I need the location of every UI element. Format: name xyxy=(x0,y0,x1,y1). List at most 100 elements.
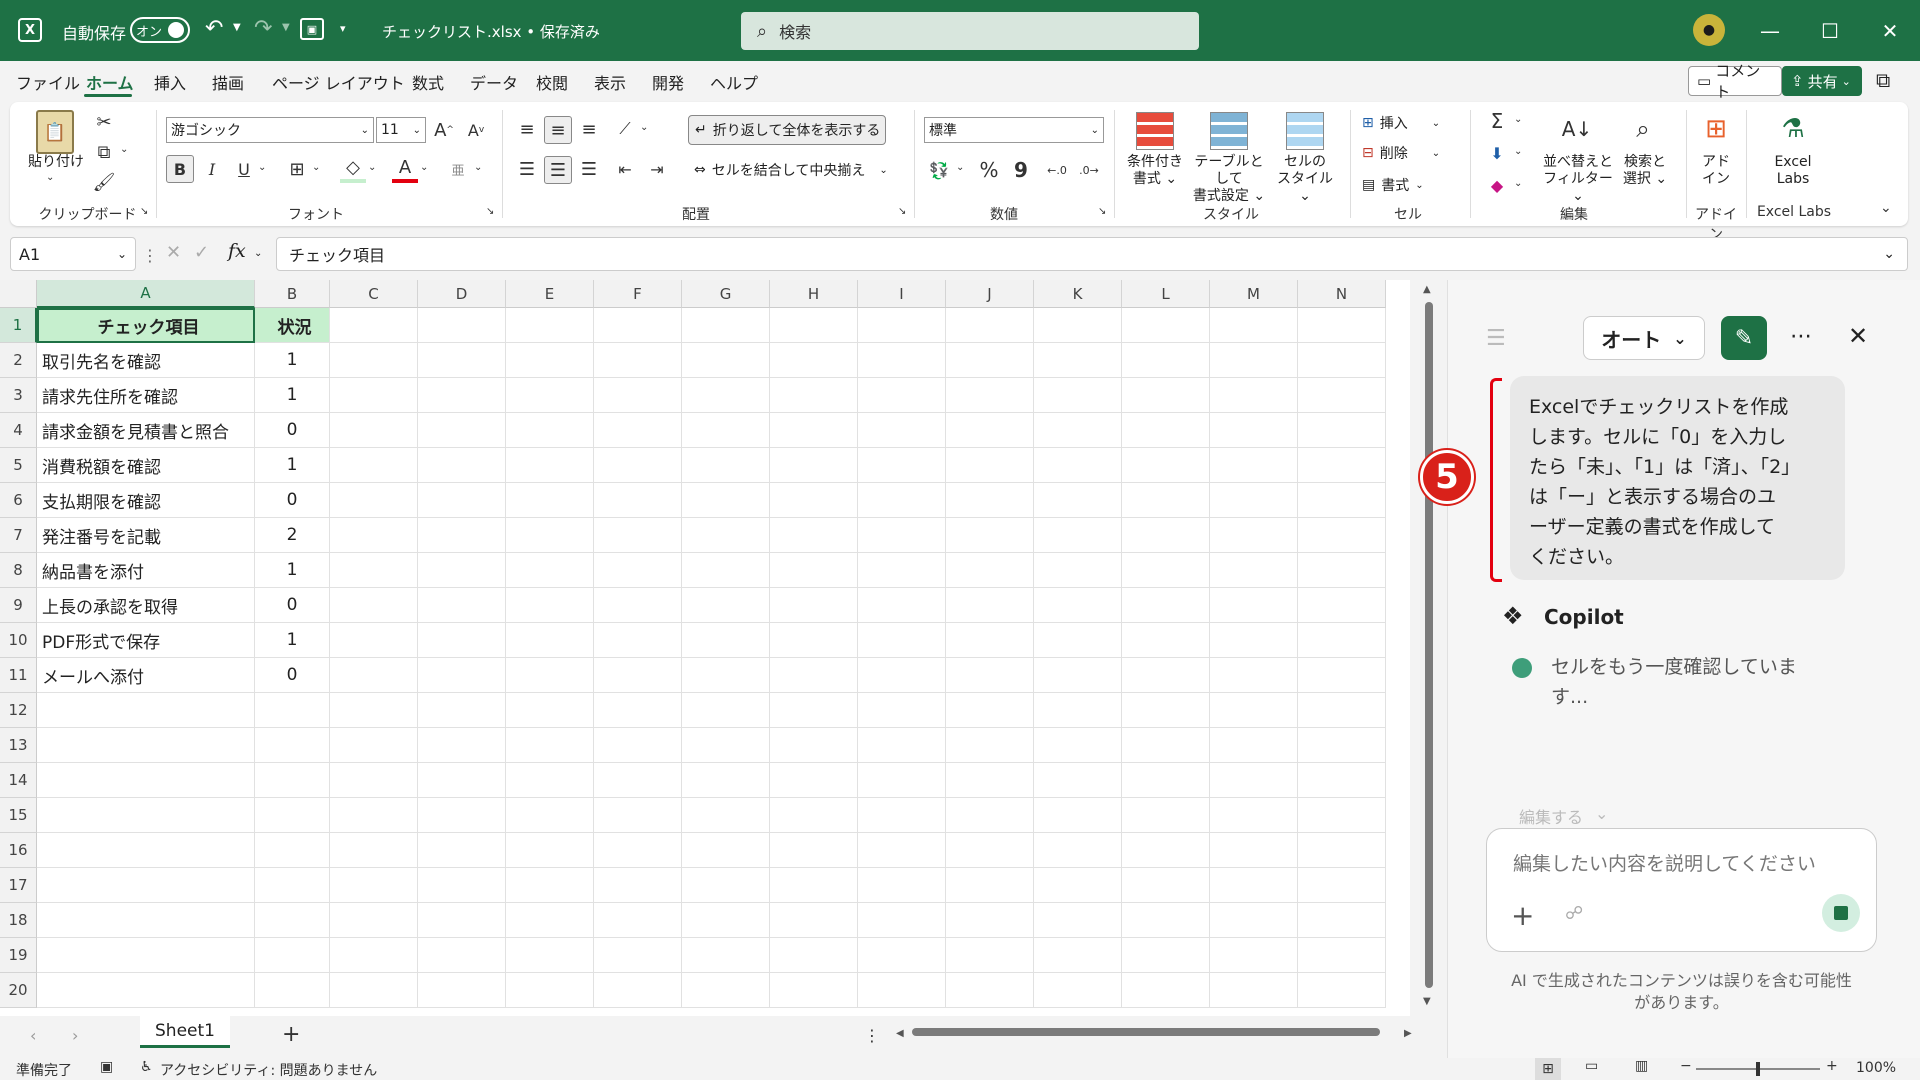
cell-e14[interactable] xyxy=(506,763,594,798)
cell-g9[interactable] xyxy=(682,588,770,623)
cell-styles-label[interactable]: セルの スタイル ⌄ xyxy=(1270,154,1340,205)
tab-home[interactable]: ホーム xyxy=(86,70,134,94)
column-header-c[interactable]: C xyxy=(330,280,418,308)
format-as-table-label[interactable]: テーブルとして 書式設定 ⌄ xyxy=(1188,154,1270,205)
cut-icon[interactable]: ✂ xyxy=(92,110,116,134)
formula-input[interactable]: チェック項目 ⌄ xyxy=(276,237,1908,271)
cell-h14[interactable] xyxy=(770,763,858,798)
cell-d14[interactable] xyxy=(418,763,506,798)
zoom-level[interactable]: 100% xyxy=(1856,1060,1896,1076)
cell-a11[interactable]: メールへ添付 xyxy=(37,658,255,693)
cell-a14[interactable] xyxy=(37,763,255,798)
row-header-5[interactable]: 5 xyxy=(0,448,37,483)
fill-chevron-icon[interactable]: ⌄ xyxy=(1514,146,1522,157)
cell-g11[interactable] xyxy=(682,658,770,693)
cell-h16[interactable] xyxy=(770,833,858,868)
cell-n13[interactable] xyxy=(1298,728,1386,763)
cell-d9[interactable] xyxy=(418,588,506,623)
cell-h18[interactable] xyxy=(770,903,858,938)
clipboard-launcher-icon[interactable]: ↘ xyxy=(140,206,148,217)
cell-h4[interactable] xyxy=(770,413,858,448)
cell-m5[interactable] xyxy=(1210,448,1298,483)
cell-d17[interactable] xyxy=(418,868,506,903)
cell-c6[interactable] xyxy=(330,483,418,518)
column-header-j[interactable]: J xyxy=(946,280,1034,308)
column-header-n[interactable]: N xyxy=(1298,280,1386,308)
paste-chevron-icon[interactable]: ⌄ xyxy=(46,172,54,183)
cell-m19[interactable] xyxy=(1210,938,1298,973)
cell-d3[interactable] xyxy=(418,378,506,413)
row-header-6[interactable]: 6 xyxy=(0,483,37,518)
cell-j11[interactable] xyxy=(946,658,1034,693)
cell-f3[interactable] xyxy=(594,378,682,413)
cell-n19[interactable] xyxy=(1298,938,1386,973)
cell-d11[interactable] xyxy=(418,658,506,693)
tab-review[interactable]: 校閲 xyxy=(536,70,568,94)
cell-d8[interactable] xyxy=(418,553,506,588)
cell-d15[interactable] xyxy=(418,798,506,833)
cell-g7[interactable] xyxy=(682,518,770,553)
cell-a6[interactable]: 支払期限を確認 xyxy=(37,483,255,518)
cell-a15[interactable] xyxy=(37,798,255,833)
cell-j8[interactable] xyxy=(946,553,1034,588)
cell-m20[interactable] xyxy=(1210,973,1298,1008)
cell-m6[interactable] xyxy=(1210,483,1298,518)
tab-formulas[interactable]: 数式 xyxy=(412,70,444,94)
cell-m18[interactable] xyxy=(1210,903,1298,938)
borders-icon[interactable]: ⊞ xyxy=(284,155,310,183)
cell-l7[interactable] xyxy=(1122,518,1210,553)
cell-g14[interactable] xyxy=(682,763,770,798)
cell-c4[interactable] xyxy=(330,413,418,448)
cell-d7[interactable] xyxy=(418,518,506,553)
cell-f8[interactable] xyxy=(594,553,682,588)
cell-l20[interactable] xyxy=(1122,973,1210,1008)
ribbon-collapse-icon[interactable]: ⌄ xyxy=(1880,200,1892,216)
link-icon[interactable]: ☍ xyxy=(1565,903,1583,924)
cell-b16[interactable] xyxy=(255,833,330,868)
cell-a3[interactable]: 請求先住所を確認 xyxy=(37,378,255,413)
cell-k3[interactable] xyxy=(1034,378,1122,413)
cell-k6[interactable] xyxy=(1034,483,1122,518)
alignment-launcher-icon[interactable]: ↘ xyxy=(898,206,906,217)
cell-h11[interactable] xyxy=(770,658,858,693)
cell-g15[interactable] xyxy=(682,798,770,833)
cell-b10[interactable]: 1 xyxy=(255,623,330,658)
new-chat-icon[interactable]: ✎ xyxy=(1721,316,1767,360)
close-window-icon[interactable]: ✕ xyxy=(1860,0,1920,61)
cell-b19[interactable] xyxy=(255,938,330,973)
stop-button[interactable] xyxy=(1822,894,1860,932)
format-as-table-icon[interactable] xyxy=(1210,112,1248,150)
cell-h1[interactable] xyxy=(770,308,858,343)
phonetic-icon[interactable]: 亜 xyxy=(446,155,470,183)
row-header-20[interactable]: 20 xyxy=(0,973,37,1008)
cell-l8[interactable] xyxy=(1122,553,1210,588)
cell-h19[interactable] xyxy=(770,938,858,973)
cell-b17[interactable] xyxy=(255,868,330,903)
cell-e6[interactable] xyxy=(506,483,594,518)
cell-n4[interactable] xyxy=(1298,413,1386,448)
horizontal-scroll-thumb[interactable] xyxy=(912,1028,1380,1036)
fill-color-icon[interactable]: ◇ xyxy=(340,155,366,183)
wrap-text-button[interactable]: ↵ 折り返して全体を表示する xyxy=(688,115,886,145)
cell-f5[interactable] xyxy=(594,448,682,483)
format-cells-button[interactable]: ▤ 書式 ⌄ xyxy=(1362,172,1462,198)
cell-j18[interactable] xyxy=(946,903,1034,938)
cell-g20[interactable] xyxy=(682,973,770,1008)
cell-a8[interactable]: 納品書を添付 xyxy=(37,553,255,588)
expand-formula-icon[interactable]: ⌄ xyxy=(1883,246,1895,262)
more-options-icon[interactable]: ⋮ xyxy=(142,246,158,265)
cell-f7[interactable] xyxy=(594,518,682,553)
cell-f13[interactable] xyxy=(594,728,682,763)
scroll-left-icon[interactable]: ◀ xyxy=(896,1028,904,1039)
sort-filter-icon[interactable]: A↓ xyxy=(1558,110,1596,148)
cell-g18[interactable] xyxy=(682,903,770,938)
tab-insert[interactable]: 挿入 xyxy=(154,70,186,94)
tab-page-layout[interactable]: ページ レイアウト xyxy=(272,70,405,94)
cell-g17[interactable] xyxy=(682,868,770,903)
close-pane-icon[interactable]: ✕ xyxy=(1848,322,1868,350)
cell-h10[interactable] xyxy=(770,623,858,658)
cell-e15[interactable] xyxy=(506,798,594,833)
prev-sheet-icon[interactable]: ‹ xyxy=(30,1026,36,1045)
cell-j16[interactable] xyxy=(946,833,1034,868)
cell-i20[interactable] xyxy=(858,973,946,1008)
